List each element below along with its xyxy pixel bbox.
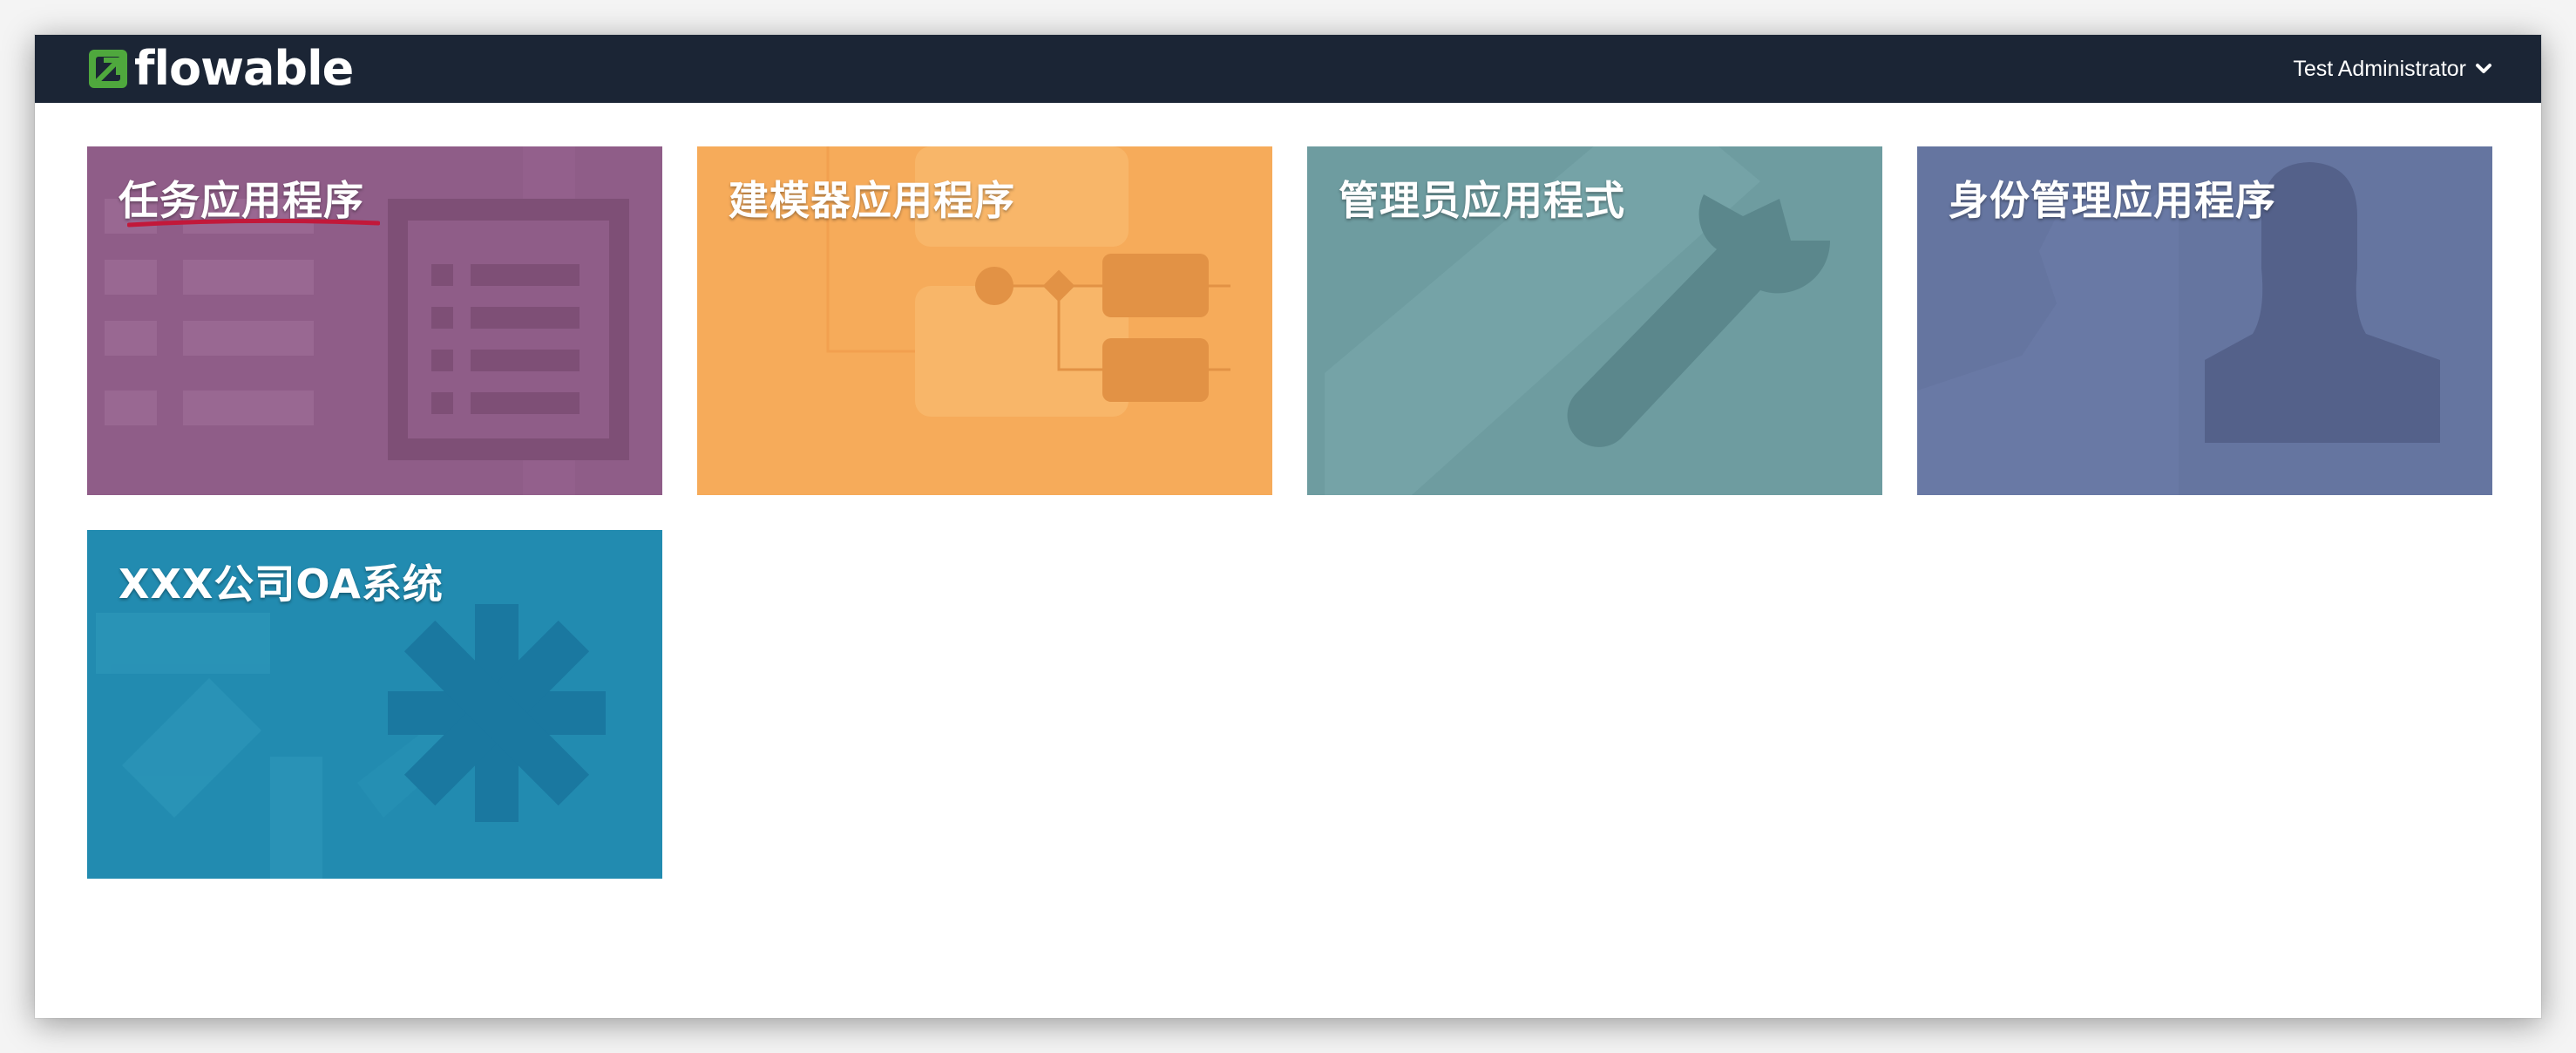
user-name: Test Administrator <box>2293 56 2466 81</box>
chevron-down-icon <box>2476 64 2491 73</box>
app-tile-title: XXX公司OA系统 <box>119 560 444 608</box>
app-window: flowable Test Administrator 任务应用程序 建模器应用… <box>35 35 2541 1018</box>
flowable-arrow-logo-icon <box>89 50 127 88</box>
app-tile-title: 管理员应用程式 <box>1339 177 1625 224</box>
app-tile-admin[interactable]: 管理员应用程式 <box>1307 146 1882 495</box>
app-tile-modeler[interactable]: 建模器应用程序 <box>697 146 1272 495</box>
app-tile-title: 建模器应用程序 <box>729 177 1015 224</box>
app-tile-oa-system[interactable]: XXX公司OA系统 <box>87 530 662 879</box>
user-menu[interactable]: Test Administrator <box>2293 35 2492 103</box>
spellcheck-underline <box>127 218 380 228</box>
app-tile-task[interactable]: 任务应用程序 <box>87 146 662 495</box>
flowable-logo[interactable]: flowable <box>87 41 354 96</box>
logo-text: flowable <box>134 41 354 96</box>
asterisk-icon <box>388 604 606 822</box>
app-tile-title: 身份管理应用程序 <box>1949 177 2276 224</box>
app-tile-idm[interactable]: 身份管理应用程序 <box>1917 146 2492 495</box>
task-list-icon <box>388 199 629 460</box>
top-navbar: flowable Test Administrator <box>35 35 2541 103</box>
